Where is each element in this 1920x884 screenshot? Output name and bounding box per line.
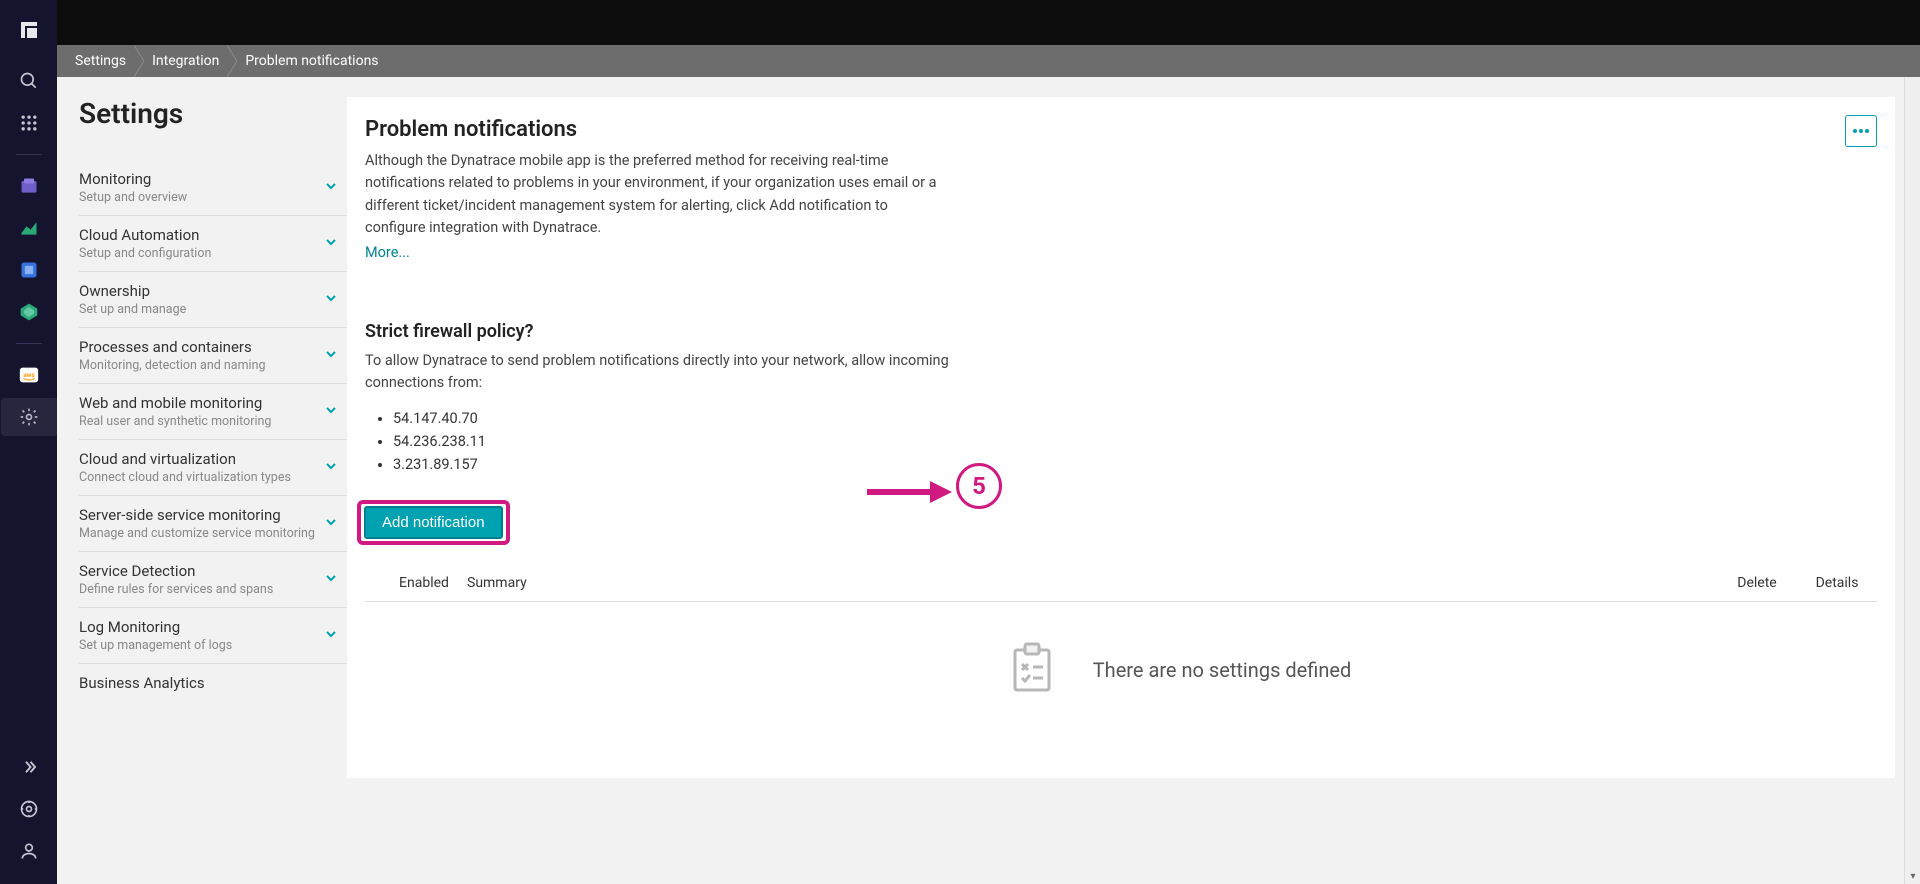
main-panel: Problem notifications Although the Dynat… [347, 77, 1920, 884]
ip-list: 54.147.40.70 54.236.238.11 3.231.89.157 [393, 407, 1877, 477]
ip-entry: 3.231.89.157 [393, 453, 1877, 476]
chevron-down-icon [323, 178, 339, 198]
sidebar-group-title: Server-side service monitoring [79, 506, 323, 524]
chevron-right-icon [134, 45, 144, 77]
sidebar-group-title: Log Monitoring [79, 618, 323, 636]
content-card: Problem notifications Although the Dynat… [347, 97, 1895, 778]
table-header: Enabled Summary Delete Details [365, 565, 1877, 602]
sidebar-group-title: Processes and containers [79, 338, 323, 356]
sidebar-group-sub: Connect cloud and virtualization types [79, 470, 323, 485]
chevron-down-icon [323, 570, 339, 590]
rail-app-icon-2[interactable] [18, 217, 40, 239]
breadcrumb-current: Problem notifications [237, 45, 386, 77]
chevron-down-icon [323, 458, 339, 478]
chevron-down-icon [323, 402, 339, 422]
sidebar-group-server-side[interactable]: Server-side service monitoring Manage an… [79, 496, 347, 552]
page-description: Although the Dynatrace mobile app is the… [365, 150, 945, 240]
help-icon[interactable] [18, 798, 40, 820]
sidebar-group-title: Monitoring [79, 170, 323, 188]
expand-icon[interactable] [18, 756, 40, 778]
th-enabled: Enabled [365, 575, 455, 591]
sidebar-group-sub: Real user and synthetic monitoring [79, 414, 323, 429]
rail-app-icon-3[interactable] [18, 259, 40, 281]
rail-settings-icon[interactable] [18, 406, 40, 428]
chevron-down-icon [323, 346, 339, 366]
page-title: Problem notifications [365, 117, 1877, 142]
sidebar-group-sub: Setup and configuration [79, 246, 323, 261]
sidebar-group-sub: Set up management of logs [79, 638, 323, 653]
sidebar-group-ownership[interactable]: Ownership Set up and manage [79, 272, 347, 328]
sidebar-group-title: Cloud and virtualization [79, 450, 323, 468]
ip-entry: 54.147.40.70 [393, 407, 1877, 430]
top-bar [57, 0, 1920, 45]
th-summary: Summary [455, 575, 1717, 591]
sidebar-group-sub: Manage and customize service monitoring [79, 526, 323, 541]
sidebar-group-title: Web and mobile monitoring [79, 394, 323, 412]
annotation-highlight: Add notification [357, 500, 510, 545]
scroll-down-icon[interactable]: ▾ [1905, 868, 1920, 884]
nav-rail: aws [0, 0, 57, 884]
firewall-section-title: Strict firewall policy? [365, 321, 1877, 342]
sidebar-group-sub: Setup and overview [79, 190, 323, 205]
logo-icon[interactable] [17, 18, 41, 42]
sidebar-group-monitoring[interactable]: Monitoring Setup and overview [79, 160, 347, 216]
sidebar-group-sub: Define rules for services and spans [79, 582, 323, 597]
sidebar-group-title: Ownership [79, 282, 323, 300]
sidebar-group-log-monitoring[interactable]: Log Monitoring Set up management of logs [79, 608, 347, 664]
ip-entry: 54.236.238.11 [393, 430, 1877, 453]
th-delete: Delete [1717, 575, 1797, 591]
breadcrumb-settings[interactable]: Settings [67, 45, 134, 77]
breadcrumb: Settings Integration Problem notificatio… [57, 45, 1920, 77]
sidebar-group-sub: Set up and manage [79, 302, 323, 317]
sidebar-title: Settings [79, 97, 347, 130]
breadcrumb-integration[interactable]: Integration [144, 45, 227, 77]
chevron-down-icon [323, 626, 339, 646]
sidebar-group-title: Cloud Automation [79, 226, 323, 244]
empty-state: There are no settings defined [425, 602, 1920, 738]
settings-sidebar: Settings Monitoring Setup and overview C… [57, 77, 347, 884]
search-icon[interactable] [18, 70, 40, 92]
rail-divider [16, 343, 42, 344]
annotation-arrow-icon [862, 477, 952, 507]
sidebar-group-cloud-virtualization[interactable]: Cloud and virtualization Connect cloud a… [79, 440, 347, 496]
sidebar-group-web-mobile[interactable]: Web and mobile monitoring Real user and … [79, 384, 347, 440]
sidebar-group-service-detection[interactable]: Service Detection Define rules for servi… [79, 552, 347, 608]
add-notification-button[interactable]: Add notification [364, 506, 503, 539]
chevron-right-icon [227, 45, 237, 77]
sidebar-group-title: Service Detection [79, 562, 323, 580]
sidebar-group-title: Business Analytics [79, 674, 339, 692]
sidebar-group-processes[interactable]: Processes and containers Monitoring, det… [79, 328, 347, 384]
chevron-down-icon [323, 234, 339, 254]
rail-divider [16, 154, 42, 155]
chevron-down-icon [323, 290, 339, 310]
user-icon[interactable] [18, 840, 40, 862]
svg-text:aws: aws [23, 371, 35, 379]
sidebar-group-sub: Monitoring, detection and naming [79, 358, 323, 373]
scrollbar[interactable]: ▴ ▾ [1904, 0, 1920, 884]
rail-app-icon-1[interactable] [18, 175, 40, 197]
chevron-down-icon [323, 514, 339, 534]
rail-aws-icon[interactable]: aws [18, 364, 40, 386]
rail-app-icon-4[interactable] [18, 301, 40, 323]
workspace: Settings Monitoring Setup and overview C… [57, 77, 1920, 884]
empty-state-text: There are no settings defined [1093, 658, 1352, 682]
sidebar-group-cloud-automation[interactable]: Cloud Automation Setup and configuration [79, 216, 347, 272]
sidebar-group-business-analytics[interactable]: Business Analytics [79, 664, 347, 704]
th-details: Details [1797, 575, 1877, 591]
firewall-section-desc: To allow Dynatrace to send problem notif… [365, 350, 965, 395]
apps-grid-icon[interactable] [18, 112, 40, 134]
clipboard-icon [1011, 642, 1053, 698]
more-link[interactable]: More... [365, 244, 410, 261]
more-menu-button[interactable] [1845, 115, 1877, 147]
